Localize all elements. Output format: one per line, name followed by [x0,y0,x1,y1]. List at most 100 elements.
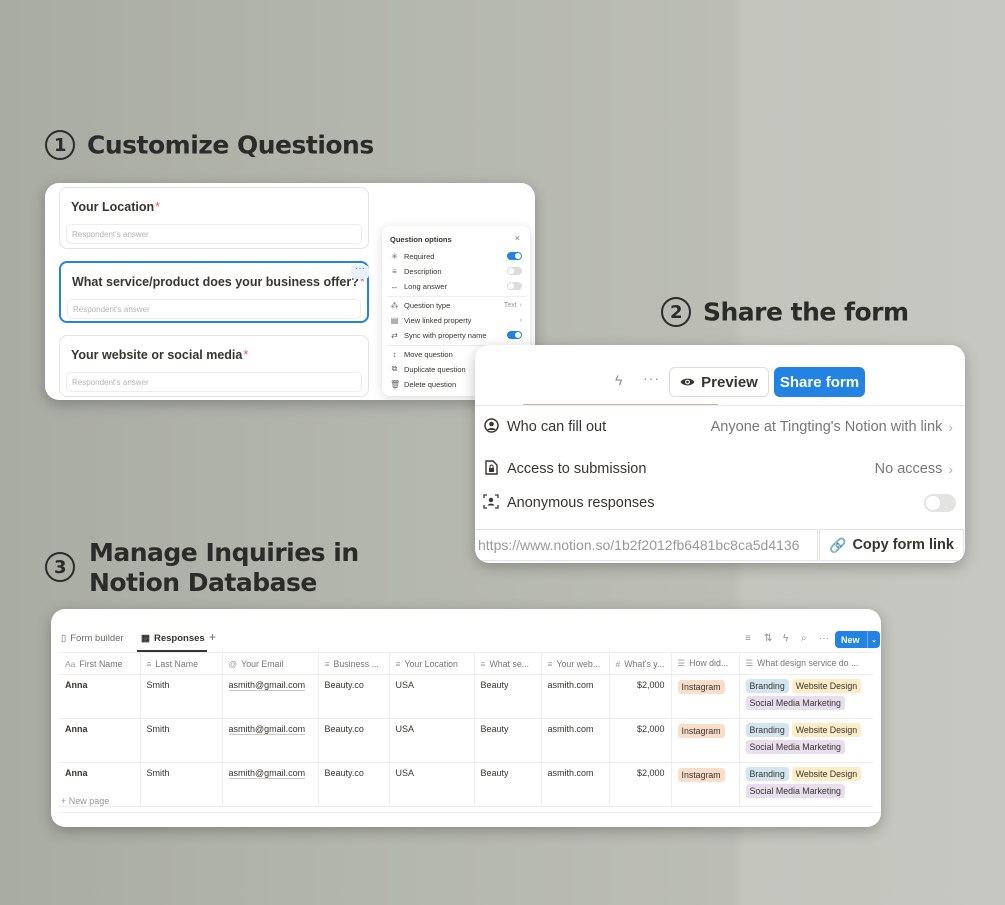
cell-service[interactable]: Beauty [473,718,542,763]
share-form-button[interactable]: Share form [774,367,865,397]
divider [475,405,965,406]
cell-business[interactable]: Beauty.co [317,674,390,719]
cell-last-name[interactable]: Smith [139,718,223,763]
answer-field[interactable]: Respondent's answer [66,224,362,244]
option-required[interactable]: ✳ Required [390,250,522,262]
tag: Branding [745,679,789,693]
cell-design-services[interactable]: Branding Website Design Social Media Marke… [738,762,873,807]
tag: Social Media Marketing [745,784,845,798]
divider [59,812,881,813]
chevron-right-icon: › [948,419,953,435]
more-icon[interactable]: ··· [643,370,660,386]
cell-budget[interactable]: $2,000 [608,762,672,807]
preview-button[interactable]: Preview [669,367,769,397]
copy-label: Copy form link [852,537,954,553]
anonymous-toggle[interactable] [924,494,956,512]
cell-email[interactable]: asmith@gmail.com [221,718,319,763]
column-header[interactable]: ☰ How did... [670,652,740,675]
column-header[interactable]: ≡ What se... [473,652,542,675]
cell-email[interactable]: asmith@gmail.com [221,762,319,807]
answer-field[interactable]: Respondent's answer [67,299,361,319]
cell-location[interactable]: USA [388,674,475,719]
access-to-submission-row[interactable]: Access to submission No access › [475,454,965,484]
tab-form-builder[interactable]: ▯ Form builder [61,633,124,644]
long-answer-toggle[interactable] [507,282,522,290]
cell-business[interactable]: Beauty.co [317,762,390,807]
step-number: 1 [45,130,75,160]
panel-title: Question options [390,235,452,244]
cell-budget[interactable]: $2,000 [608,718,672,763]
tag: Social Media Marketing [745,740,845,754]
table-row[interactable]: Anna Smith asmith@gmail.com Beauty.co US… [59,762,873,807]
lightning-icon[interactable]: ϟ [783,633,788,644]
chevron-down-icon[interactable]: ⌄ [867,631,880,648]
cell-website[interactable]: asmith.com [540,718,610,763]
option-view-linked-property[interactable]: ▤ View linked property › [390,314,522,326]
lightning-icon[interactable]: ϟ [615,372,622,388]
answer-field[interactable]: Respondent's answer [66,372,362,392]
sync-icon: ⇄ [391,330,398,340]
form-url-field[interactable]: https://www.notion.so/1b2f2012fb6481bc8c… [475,529,818,561]
column-header[interactable]: ≡ Business ... [317,652,390,675]
cell-source[interactable]: Instagram [670,674,740,719]
cell-budget[interactable]: $2,000 [608,674,672,719]
cell-design-services[interactable]: Branding Website Design Social Media Marke… [738,674,873,719]
more-icon[interactable]: ··· [819,633,829,644]
header-row: Aa First Name ≡ Last Name @ Your Email ≡ Bus… [59,652,873,675]
column-header[interactable]: ≡ Your Location [388,652,475,675]
cell-first-name[interactable]: Anna [59,718,141,763]
filter-icon[interactable]: ≡ [745,633,751,644]
cell-first-name[interactable]: Anna [59,674,141,719]
question-card[interactable]: Your website or social media* Respondent… [59,335,369,397]
column-header[interactable]: @ Your Email [221,652,319,675]
table-row[interactable]: Anna Smith asmith@gmail.com Beauty.co US… [59,674,873,719]
sort-icon[interactable]: ⇅ [764,633,772,644]
cell-source[interactable]: Instagram [670,762,740,807]
more-options-button[interactable]: ··· [351,264,369,279]
required-toggle[interactable] [507,252,522,260]
cell-email[interactable]: asmith@gmail.com [221,674,319,719]
table-icon: ▦ [141,633,150,644]
option-long-answer[interactable]: ↔ Long answer [390,280,522,292]
cell-service[interactable]: Beauty [473,674,542,719]
cell-website[interactable]: asmith.com [540,762,610,807]
option-description[interactable]: ≡ Description [390,265,522,277]
cell-website[interactable]: asmith.com [540,674,610,719]
option-sync-property-name[interactable]: ⇄ Sync with property name [390,329,522,341]
step-title-line2: Notion Database [89,568,317,597]
option-question-type[interactable]: ⁂ Question type Text › [390,299,523,311]
new-page-button[interactable]: + New page [61,796,109,806]
table-row[interactable]: Anna Smith asmith@gmail.com Beauty.co US… [59,718,873,763]
question-card[interactable]: Your Location* Respondent's answer [59,187,369,249]
step-3-heading: 3 Manage Inquiries in Notion Database [45,538,359,598]
add-view-button[interactable]: + [209,630,216,644]
sync-toggle[interactable] [507,331,522,339]
question-card-active[interactable]: What service/product does your business … [59,261,369,323]
database-card: ▯ Form builder ▦ Responses + ≡ ⇅ ϟ ⌕ ··· N… [51,609,881,827]
column-header[interactable]: # What's y... [608,652,672,675]
column-header[interactable]: ≡ Your web... [540,652,610,675]
column-header[interactable]: ≡ Last Name [139,652,223,675]
cell-last-name[interactable]: Smith [139,674,223,719]
required-mark: * [155,200,160,214]
search-icon[interactable]: ⌕ [801,633,807,644]
tab-responses[interactable]: ▦ Responses [141,633,205,644]
email-icon: @ [228,658,238,669]
access-value: No access [874,461,943,477]
cell-design-services[interactable]: Branding Website Design Social Media Marke… [738,718,873,763]
who-can-fill-out-value: Anyone at Tingting's Notion with link [710,419,943,435]
cell-last-name[interactable]: Smith [139,762,223,807]
cell-service[interactable]: Beauty [473,762,542,807]
cell-source[interactable]: Instagram [670,718,740,763]
description-toggle[interactable] [507,267,522,275]
column-header[interactable]: Aa First Name [59,652,141,675]
new-button[interactable]: New ⌄ [835,631,880,648]
cell-location[interactable]: USA [388,762,475,807]
tag: Website Design [791,723,862,737]
close-icon[interactable]: × [515,233,520,243]
cell-business[interactable]: Beauty.co [317,718,390,763]
who-can-fill-out-row[interactable]: Who can fill out Anyone at Tingting's No… [475,412,965,442]
column-header[interactable]: ☰ What design service do ... [738,652,873,675]
copy-form-link-button[interactable]: 🔗 Copy form link [819,529,964,561]
cell-location[interactable]: USA [388,718,475,763]
